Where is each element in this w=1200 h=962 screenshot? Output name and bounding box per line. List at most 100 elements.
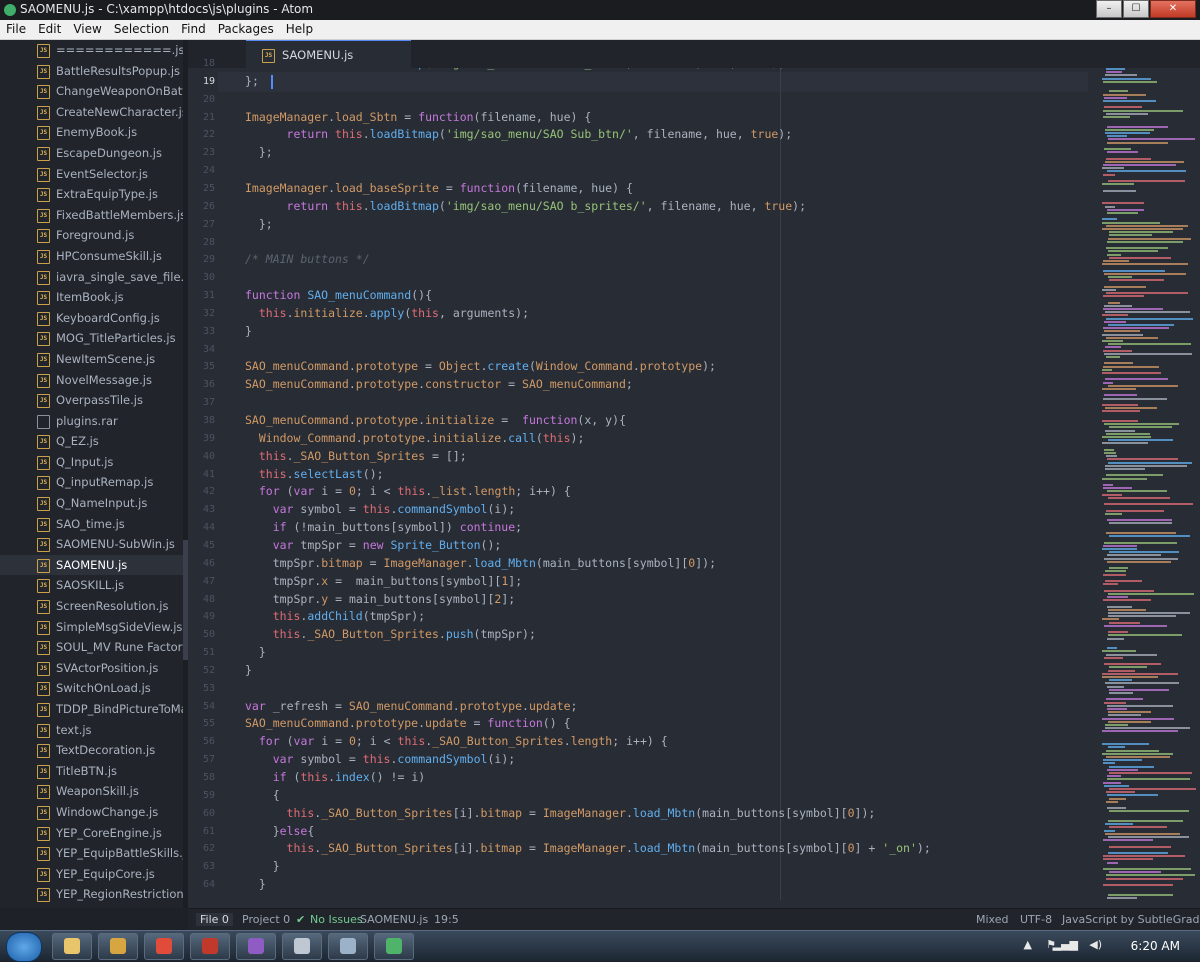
code-line[interactable]: if (this.index() != i) bbox=[245, 770, 426, 784]
tree-file-item[interactable]: JS CreateNewCharacter.js bbox=[0, 102, 183, 123]
code-line[interactable]: SAO_menuCommand.prototype = Object.creat… bbox=[245, 359, 716, 373]
tree-file-item[interactable]: JS SimpleMsgSideView.js bbox=[0, 617, 183, 638]
code-line[interactable]: this.initialize.apply(this, arguments); bbox=[245, 306, 529, 320]
tree-file-item[interactable]: JS Q_inputRemap.js bbox=[0, 472, 183, 493]
taskbar-app-button[interactable] bbox=[328, 933, 368, 960]
tree-file-item[interactable]: JS EscapeDungeon.js bbox=[0, 143, 183, 164]
code-line[interactable]: ImageManager.load_baseSprite = function(… bbox=[245, 181, 633, 195]
code-line[interactable]: return this.loadBitmap('img/sao_menu/SAO… bbox=[245, 199, 806, 213]
tree-file-item[interactable]: JS EventSelector.js bbox=[0, 164, 183, 185]
maximize-button[interactable]: ☐ bbox=[1123, 0, 1149, 18]
menu-help[interactable]: Help bbox=[280, 20, 319, 39]
tree-file-item[interactable]: JS OverpassTile.js bbox=[0, 390, 183, 411]
tree-file-item[interactable]: JS YEP_EquipCore.js bbox=[0, 864, 183, 885]
code-line[interactable]: this._SAO_Button_Sprites[i].bitmap = Ima… bbox=[245, 806, 876, 820]
status-grammar[interactable]: JavaScript by SubtleGradient bbox=[1062, 913, 1200, 926]
clock[interactable]: 6:20 AM bbox=[1131, 939, 1180, 953]
code-line[interactable]: this._SAO_Button_Sprites.push(tmpSpr); bbox=[245, 627, 536, 641]
minimize-button[interactable]: – bbox=[1096, 0, 1122, 18]
code-line[interactable]: if (!main_buttons[symbol]) continue; bbox=[245, 520, 522, 534]
code-line[interactable]: SAO_menuCommand.prototype.update = funct… bbox=[245, 716, 571, 730]
tree-file-item[interactable]: JS TDDP_BindPictureToMap.js bbox=[0, 699, 183, 720]
tree-file-item[interactable]: JS NewItemScene.js bbox=[0, 349, 183, 370]
taskbar-app-button[interactable] bbox=[236, 933, 276, 960]
minimap[interactable] bbox=[1096, 68, 1196, 908]
tree-file-item[interactable]: JS KeyboardConfig.js bbox=[0, 308, 183, 329]
tree-file-item[interactable]: JS TextDecoration.js bbox=[0, 740, 183, 761]
tree-file-item[interactable]: JS BattleResultsPopup.js bbox=[0, 61, 183, 82]
tree-file-item[interactable]: JS MOG_TitleParticles.js bbox=[0, 328, 183, 349]
code-line[interactable]: var symbol = this.commandSymbol(i); bbox=[245, 502, 515, 516]
code-line[interactable]: }; bbox=[245, 217, 273, 231]
code-line[interactable]: }; bbox=[245, 145, 273, 159]
code-line[interactable]: this._SAO_Button_Sprites = []; bbox=[245, 449, 467, 463]
close-button[interactable]: ✕ bbox=[1150, 0, 1196, 18]
tree-file-item[interactable]: JS YEP_CoreEngine.js bbox=[0, 823, 183, 844]
tree-file-item[interactable]: JS HPConsumeSkill.js bbox=[0, 246, 183, 267]
code-line[interactable]: this.selectLast(); bbox=[245, 467, 384, 481]
tree-file-item[interactable]: JS YEP_RegionRestrictions.js bbox=[0, 884, 183, 905]
code-line[interactable]: return this.loadBitmap('img/sao_menu/SAO… bbox=[245, 127, 793, 141]
tree-file-item[interactable]: JS SOUL_MV Rune Factory HUD.js bbox=[0, 637, 183, 658]
tree-file-item[interactable]: JS ChangeWeaponOnBattle.js bbox=[0, 81, 183, 102]
code-line[interactable]: /* MAIN buttons */ bbox=[245, 252, 370, 266]
menu-edit[interactable]: Edit bbox=[32, 20, 67, 39]
line-number-gutter[interactable]: 18 19 20 21 22 23 24 25 26 27 28 29 30 31 32 33 34 35 36 37… bbox=[188, 58, 218, 908]
tree-file-item[interactable]: JS ExtraEquipType.js bbox=[0, 184, 183, 205]
tree-file-item[interactable]: JS SAOMENU.js bbox=[0, 554, 183, 576]
tree-file-item[interactable]: JS Q_EZ.js bbox=[0, 431, 183, 452]
tray-arrow-icon[interactable]: ▲ bbox=[1024, 938, 1032, 951]
taskbar-app-button[interactable] bbox=[52, 933, 92, 960]
tree-file-item[interactable]: JS Foreground.js bbox=[0, 225, 183, 246]
tree-file-item[interactable]: JS ScreenResolution.js bbox=[0, 596, 183, 617]
tree-file-item[interactable]: JS ItemBook.js bbox=[0, 287, 183, 308]
menu-file[interactable]: File bbox=[0, 20, 32, 39]
start-button[interactable] bbox=[6, 932, 42, 962]
status-encoding[interactable]: UTF-8 bbox=[1020, 913, 1052, 926]
taskbar-app-button[interactable] bbox=[282, 933, 322, 960]
code-line[interactable]: for (var i = 0; i < this._SAO_Button_Spr… bbox=[245, 734, 668, 748]
tree-file-item[interactable]: JS iavra_single_save_file.js bbox=[0, 267, 183, 288]
tree-file-item[interactable]: JS WindowChange.js bbox=[0, 802, 183, 823]
code-line[interactable]: tmpSpr.bitmap = ImageManager.load_Mbtn(m… bbox=[245, 556, 716, 570]
volume-icon[interactable]: ◀) bbox=[1089, 938, 1102, 951]
menu-view[interactable]: View bbox=[67, 20, 107, 39]
tree-file-item[interactable]: JS ============.js bbox=[0, 40, 183, 61]
code-line[interactable]: var tmpSpr = new Sprite_Button(); bbox=[245, 538, 502, 552]
menu-find[interactable]: Find bbox=[175, 20, 212, 39]
tree-file-item[interactable]: plugins.rar bbox=[0, 411, 183, 432]
status-project-tab[interactable]: Project 0 bbox=[242, 913, 290, 926]
status-cursor-position[interactable]: 19:5 bbox=[434, 913, 459, 926]
tree-file-item[interactable]: JS TitleBTN.js bbox=[0, 761, 183, 782]
tree-file-item[interactable]: JS text.js bbox=[0, 720, 183, 741]
code-line[interactable]: this.addChild(tmpSpr); bbox=[245, 609, 425, 623]
taskbar-app-button[interactable] bbox=[98, 933, 138, 960]
code-line[interactable]: } bbox=[245, 645, 266, 659]
tab-saomenu[interactable]: JS SAOMENU.js bbox=[246, 40, 411, 69]
code-line[interactable]: tmpSpr.y = main_buttons[symbol][2]; bbox=[245, 592, 516, 606]
code-line[interactable]: } bbox=[245, 877, 266, 891]
tree-file-item[interactable]: JS EnemyBook.js bbox=[0, 122, 183, 143]
code-line[interactable]: this._SAO_Button_Sprites[i].bitmap = Ima… bbox=[245, 841, 931, 855]
tree-file-item[interactable]: JS WeaponSkill.js bbox=[0, 781, 183, 802]
tree-file-item[interactable]: JS SAO_time.js bbox=[0, 514, 183, 535]
tree-file-item[interactable]: JS SVActorPosition.js bbox=[0, 658, 183, 679]
taskbar-app-button[interactable] bbox=[374, 933, 414, 960]
menu-selection[interactable]: Selection bbox=[108, 20, 175, 39]
code-line[interactable]: }else{ bbox=[245, 824, 315, 838]
tree-file-item[interactable]: JS NovelMessage.js bbox=[0, 370, 183, 391]
menu-packages[interactable]: Packages bbox=[212, 20, 280, 39]
tree-file-item[interactable]: JS YEP_EquipBattleSkills.js bbox=[0, 843, 183, 864]
taskbar-app-button[interactable] bbox=[190, 933, 230, 960]
tree-file-item[interactable]: JS SwitchOnLoad.js bbox=[0, 678, 183, 699]
code-line[interactable]: } bbox=[245, 324, 252, 338]
code-line[interactable]: for (var i = 0; i < this._list.length; i… bbox=[245, 484, 571, 498]
network-icon[interactable]: ▂▄▆ bbox=[1053, 938, 1078, 951]
tree-file-item[interactable]: JSYEP_X_EquipRequirements.js bbox=[0, 905, 183, 909]
code-line[interactable]: { bbox=[245, 788, 280, 802]
code-line[interactable]: var _refresh = SAO_menuCommand.prototype… bbox=[245, 699, 577, 713]
code-line[interactable]: Window_Command.prototype.initialize.call… bbox=[245, 431, 585, 445]
status-filename[interactable]: SAOMENU.js bbox=[360, 913, 428, 926]
code-line[interactable]: function SAO_menuCommand(){ bbox=[245, 288, 432, 302]
code-line[interactable]: SAO_menuCommand.prototype.constructor = … bbox=[245, 377, 633, 391]
